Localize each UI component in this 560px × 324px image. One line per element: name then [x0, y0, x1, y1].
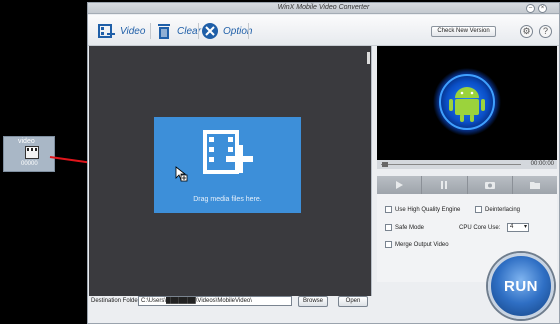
seek-bar[interactable]: 00:00:00 [377, 160, 557, 169]
seek-track[interactable] [381, 164, 521, 165]
deinterlacing-option[interactable]: Deinterlacing [475, 206, 520, 213]
deinterlacing-label: Deinterlacing [485, 206, 521, 213]
camera-icon [484, 182, 495, 189]
folder-icon [529, 182, 540, 189]
safe-mode-checkbox[interactable] [385, 224, 392, 231]
seek-handle[interactable] [382, 162, 388, 167]
app-window: WinX Mobile Video Converter – × Video Cl… [87, 2, 560, 324]
cpu-core-label: CPU Core Use: [459, 225, 501, 231]
time-display: 00:00:00 [530, 161, 554, 167]
help-icon[interactable]: ? [539, 25, 552, 38]
add-video-icon [98, 24, 115, 38]
mouse-cursor-icon [175, 166, 188, 182]
toolbar: Video Clear Option Check New Version ⚙ ? [88, 15, 559, 46]
drop-zone-text: Drag media files here. [193, 196, 262, 203]
tools-icon [202, 23, 218, 39]
drop-zone[interactable]: Drag media files here. [154, 117, 301, 213]
merge-output-checkbox[interactable] [385, 241, 392, 248]
snapshot-button[interactable] [468, 176, 513, 194]
file-list-area[interactable]: Drag media files here. [89, 46, 372, 296]
browse-button[interactable]: Browse [298, 296, 328, 307]
high-quality-checkbox[interactable] [385, 206, 392, 213]
add-video-button[interactable]: Video [98, 21, 145, 41]
window-title: WinX Mobile Video Converter [277, 4, 370, 11]
play-icon [396, 181, 404, 189]
merge-output-option[interactable]: Merge Output Video [385, 241, 449, 248]
minimize-icon[interactable]: – [526, 4, 535, 13]
open-button[interactable]: Open [338, 296, 368, 307]
deinterlacing-checkbox[interactable] [475, 206, 482, 213]
play-button[interactable] [377, 176, 423, 194]
android-logo-icon [433, 68, 501, 136]
clear-button[interactable]: Clear [155, 21, 201, 41]
toolbar-divider [150, 23, 151, 39]
toolbar-divider [198, 23, 199, 39]
destination-path-field[interactable]: C:\Users\███████\Videos\MobileVideo\ [138, 296, 292, 306]
scrollbar[interactable] [367, 52, 370, 64]
close-icon[interactable]: × [538, 4, 547, 13]
check-new-version-button[interactable]: Check New Version [431, 26, 496, 37]
toolbar-divider [248, 23, 249, 39]
high-quality-label: Use High Quality Engine [395, 206, 461, 213]
safe-mode-label: Safe Mode [395, 224, 425, 231]
cpu-core-select[interactable]: 4 [507, 223, 529, 232]
video-label: Video [120, 25, 146, 37]
safe-mode-option[interactable]: Safe Mode [385, 224, 424, 231]
trash-icon [158, 24, 170, 39]
pause-icon [441, 181, 448, 189]
video-preview [377, 46, 557, 160]
add-media-icon [203, 130, 253, 174]
destination-label: Destination Folder: [91, 298, 142, 304]
gear-icon[interactable]: ⚙ [520, 25, 533, 38]
playback-controls [377, 176, 557, 194]
merge-output-label: Merge Output Video [395, 241, 449, 248]
high-quality-option[interactable]: Use High Quality Engine [385, 206, 460, 213]
pause-button[interactable] [422, 176, 468, 194]
title-bar: WinX Mobile Video Converter – × [88, 3, 559, 14]
open-folder-button[interactable] [513, 176, 557, 194]
run-button[interactable]: RUN [488, 253, 554, 319]
option-button[interactable]: Option [201, 21, 252, 41]
destination-bar: Destination Folder: C:\Users\███████\Vid… [89, 296, 372, 323]
